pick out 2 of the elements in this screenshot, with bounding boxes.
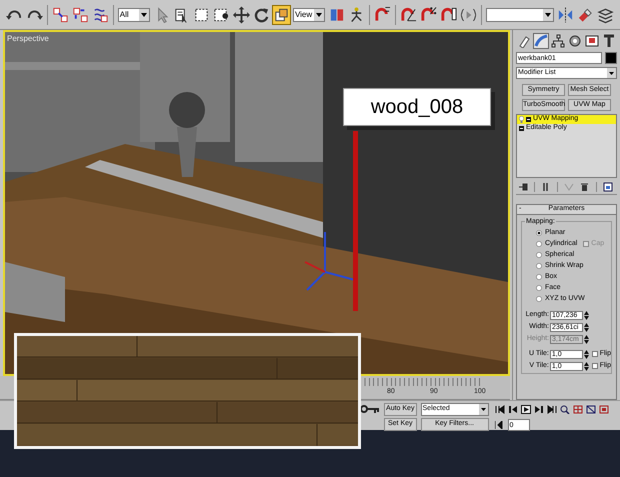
dropdown[interactable]: View [292,8,326,22]
dropdown[interactable]: All [118,8,150,22]
